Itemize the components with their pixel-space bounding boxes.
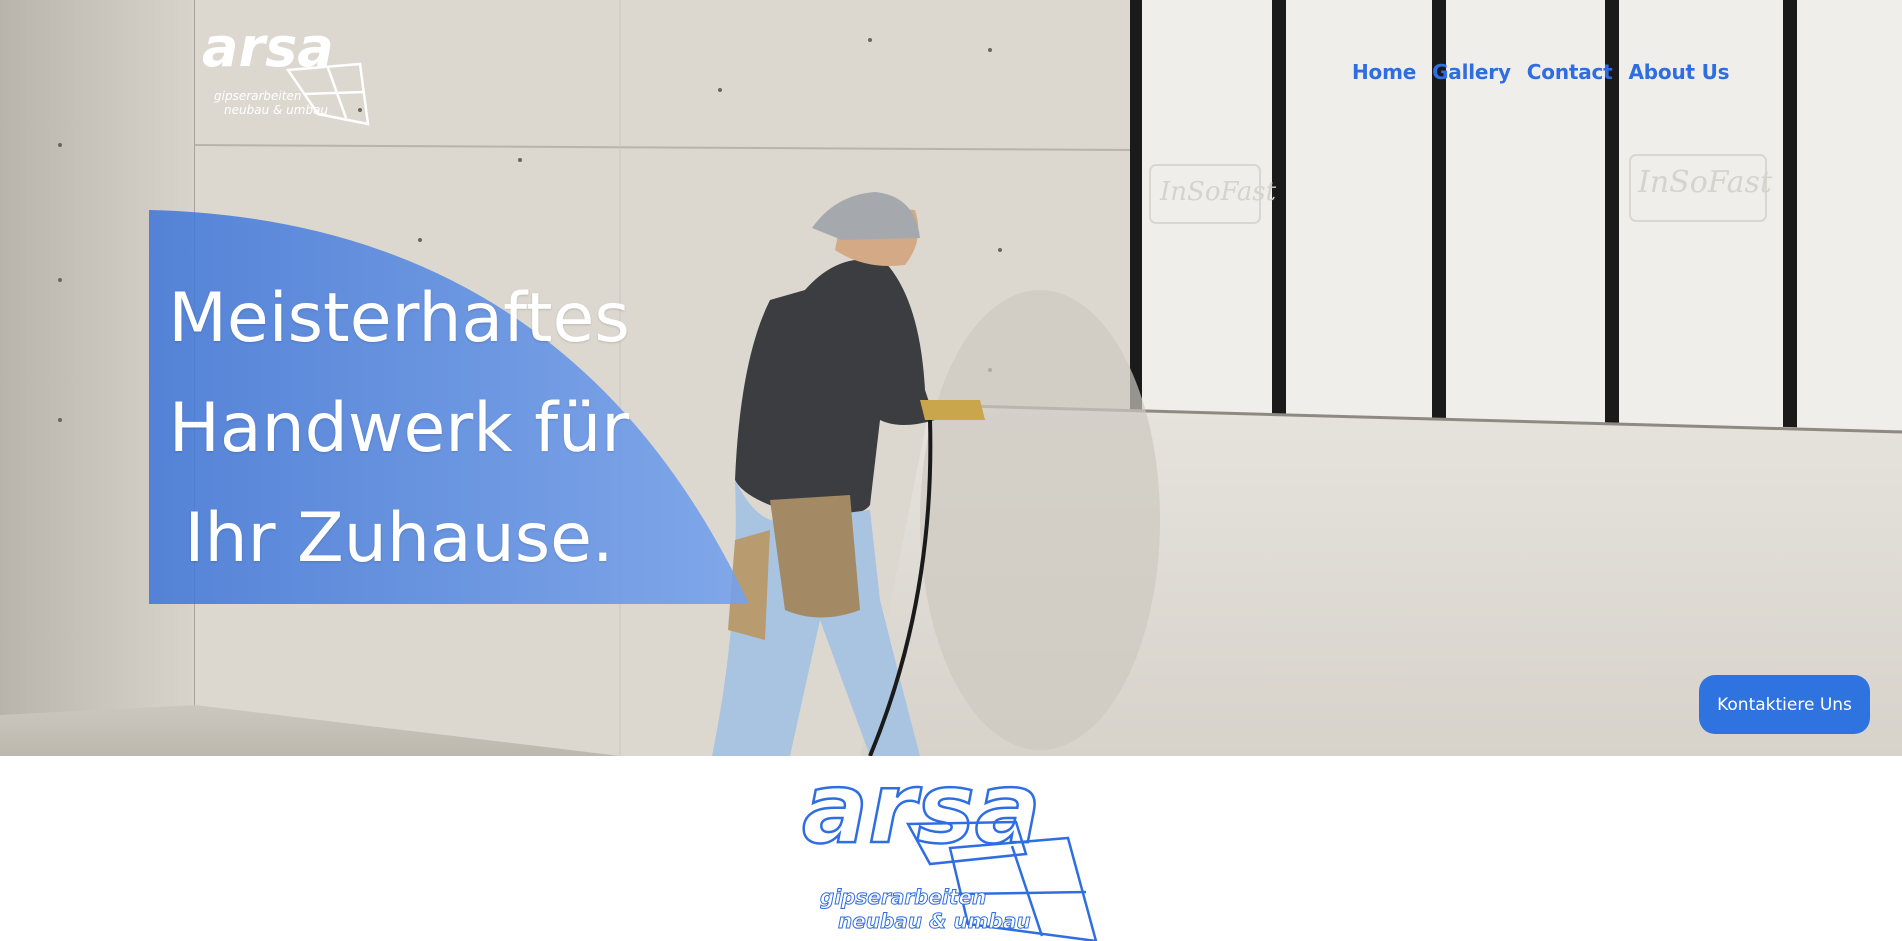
brand-logo-wordmark: arsa [202, 18, 334, 79]
brand-logo-large-tagline-2: neubau & umbau [838, 909, 1031, 933]
nav-link-contact[interactable]: Contact [1527, 60, 1613, 84]
wall-panel-label: InSoFast [1159, 177, 1277, 207]
wall-panel-label: InSoFast [1637, 165, 1773, 200]
hero-headline-line: Ihr Zuhause. [184, 499, 614, 578]
main-nav: Home Gallery Contact About Us [1352, 60, 1730, 84]
nav-link-about-us[interactable]: About Us [1629, 60, 1730, 84]
brand-logo-large: arsa gipserarbeiten neubau & umbau [801, 764, 1098, 941]
nav-link-gallery[interactable]: Gallery [1432, 60, 1511, 84]
hero-headline-line: Meisterhaftes [168, 279, 630, 358]
hero-headline-block: Meisterhaftes Handwerk für Ihr Zuhause. [149, 210, 749, 604]
contact-us-button[interactable]: Kontaktiere Uns [1699, 675, 1870, 734]
brand-logo-tagline-2: neubau & umbau [224, 103, 328, 117]
brand-logo-large-tagline-1: gipserarbeiten [820, 885, 986, 909]
brand-logo-tagline-1: gipserarbeiten [214, 89, 301, 103]
brand-logo[interactable]: arsa gipserarbeiten neubau & umbau [200, 18, 372, 128]
hero-headline-line: Handwerk für [168, 389, 630, 468]
nav-link-home[interactable]: Home [1352, 60, 1416, 84]
hero-headline: Meisterhaftes Handwerk für Ihr Zuhause. [149, 264, 649, 594]
